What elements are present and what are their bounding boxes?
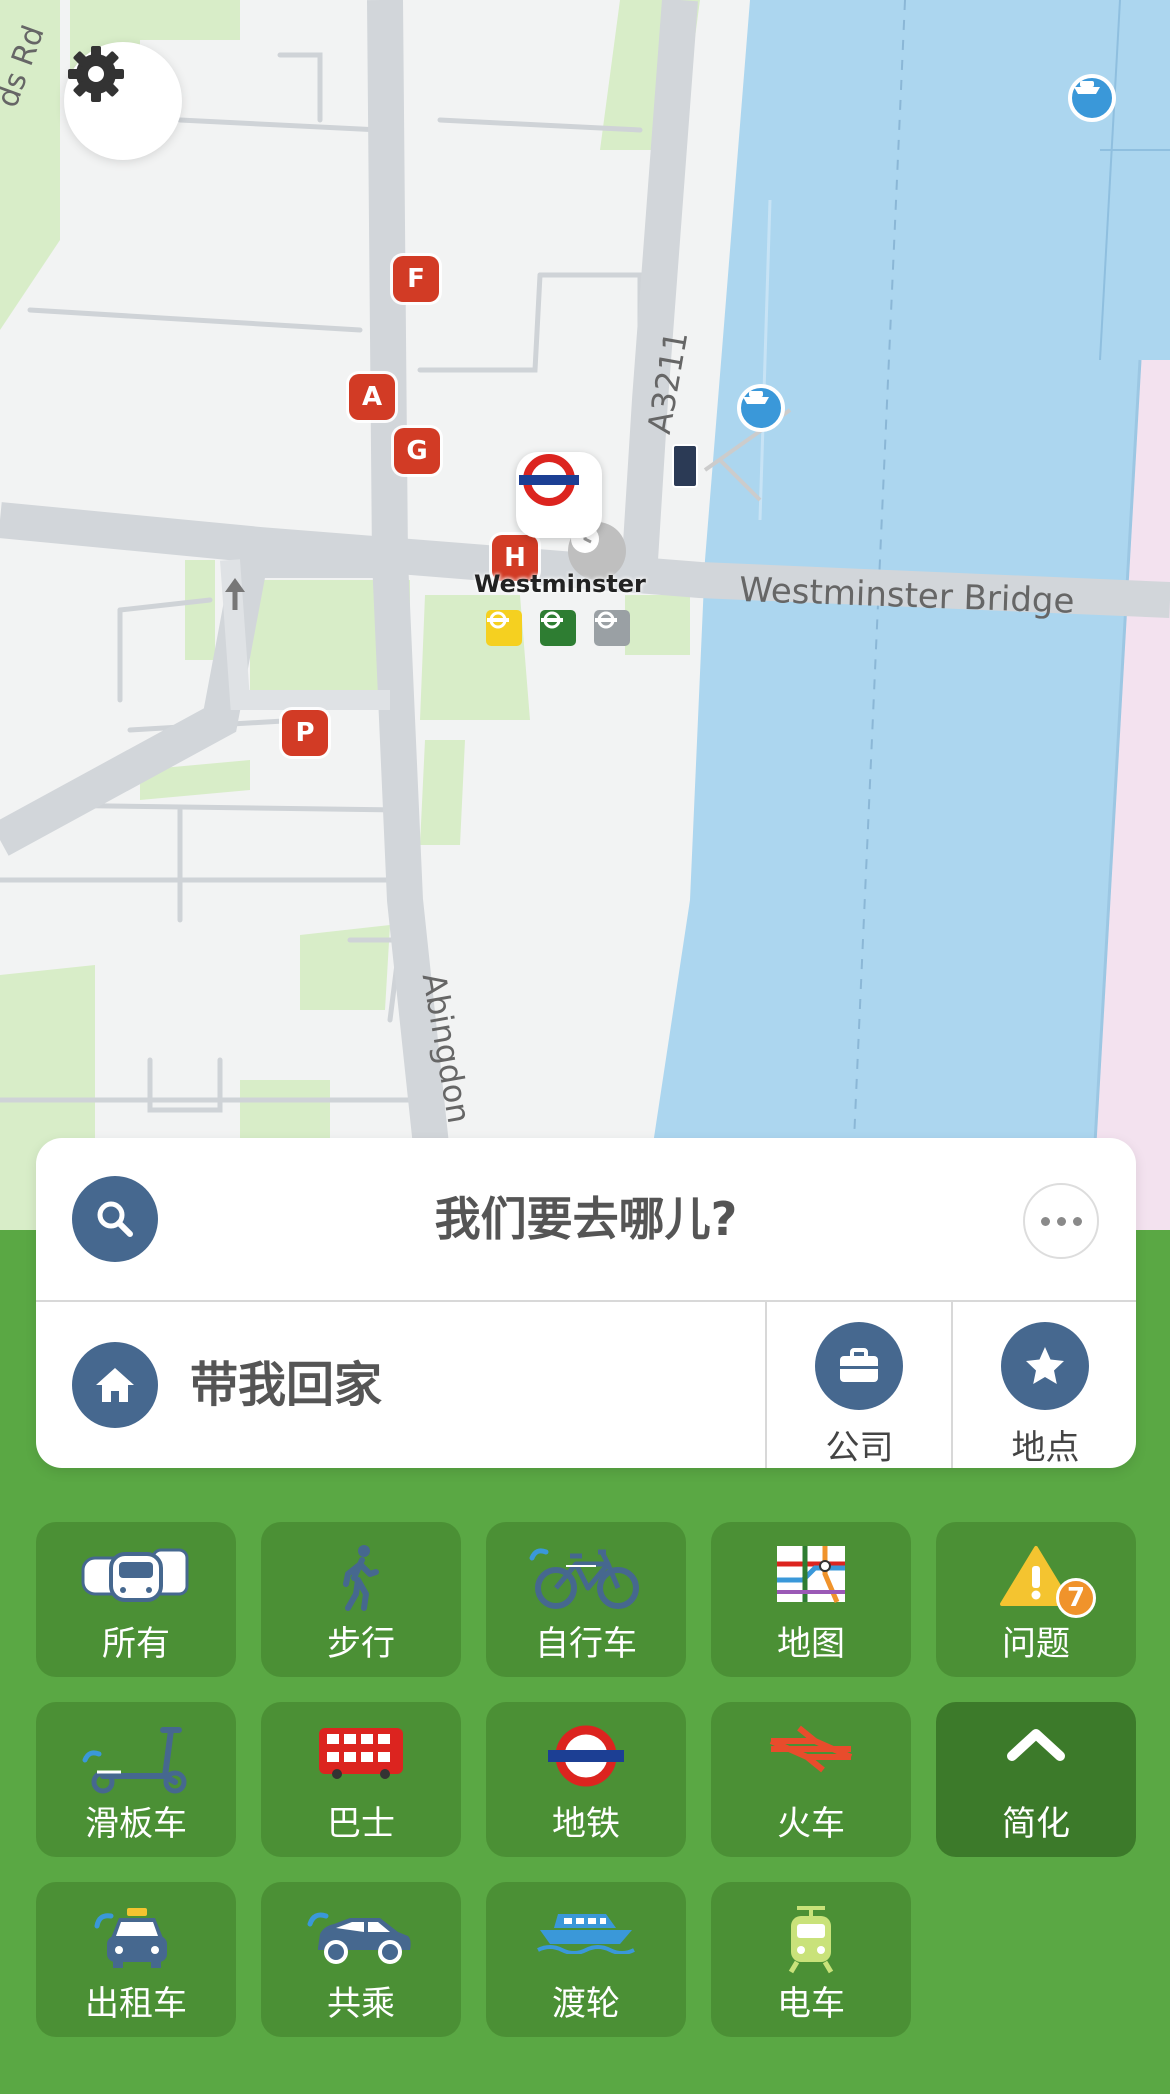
mode-tram-label: 电车 [777, 1984, 845, 2024]
all-modes-icon [81, 1548, 189, 1602]
mode-bus-label: 巴士 [327, 1804, 395, 1844]
car-share-icon [307, 1912, 411, 1964]
work-button[interactable]: 公司 [765, 1302, 952, 1468]
mode-bus-button[interactable]: 巴士 [261, 1702, 461, 1857]
settings-button[interactable] [64, 42, 182, 160]
mode-carshare-button[interactable]: 共乘 [261, 1882, 461, 2037]
scooter-icon [82, 1727, 187, 1794]
mode-bike-label: 自行车 [535, 1624, 637, 1664]
go-home-button[interactable]: 带我回家 [36, 1302, 766, 1468]
mode-tube-button[interactable]: 地铁 [486, 1702, 686, 1857]
mode-issues-button[interactable]: 7 问题 [936, 1522, 1136, 1677]
more-dot-icon [1040, 1216, 1050, 1226]
mode-all-button[interactable]: 所有 [36, 1522, 236, 1677]
jubilee-line-icon [594, 610, 630, 646]
mode-taxi-button[interactable]: 出租车 [36, 1882, 236, 2037]
mode-issues-label: 问题 [1002, 1624, 1070, 1664]
star-icon [1001, 1322, 1089, 1410]
station-exit-g[interactable]: G [394, 428, 440, 474]
mode-scooter-label: 滑板车 [85, 1804, 187, 1844]
home-icon [72, 1342, 158, 1428]
mode-rail-label: 火车 [777, 1804, 845, 1844]
mode-map-label: 地图 [777, 1624, 845, 1664]
mode-rail-button[interactable]: 火车 [711, 1702, 911, 1857]
chevron-up-icon [1007, 1729, 1065, 1761]
circle-line-icon [486, 610, 522, 646]
mode-tube-label: 地铁 [552, 1804, 620, 1844]
station-name: Westminster [474, 570, 646, 598]
mode-tram-button[interactable]: 电车 [711, 1882, 911, 2037]
mode-walk-label: 步行 [327, 1624, 395, 1664]
underground-roundel-icon [519, 454, 579, 506]
more-dot-icon [1056, 1216, 1066, 1226]
ferry-pier-icon[interactable] [1068, 74, 1116, 122]
mode-ferry-button[interactable]: 渡轮 [486, 1882, 686, 2037]
mode-bike-button[interactable]: 自行车 [486, 1522, 686, 1677]
work-label: 公司 [825, 1428, 894, 1468]
underground-icon [548, 1725, 624, 1787]
tram-icon [788, 1906, 834, 1974]
walk-icon [343, 1545, 379, 1611]
places-button[interactable]: 地点 [951, 1302, 1136, 1468]
mode-scooter-button[interactable]: 滑板车 [36, 1702, 236, 1857]
gear-icon [68, 46, 124, 102]
map-view[interactable]: ds Rd A3211 Westminster Bridge Abingdon … [0, 0, 1170, 1230]
station-exit-p[interactable]: P [282, 710, 328, 756]
search-card: 我们要去哪儿? 带我回家 公司 地点 [36, 1138, 1136, 1468]
briefcase-icon [815, 1322, 903, 1410]
ferry-icon [537, 1914, 635, 1954]
tube-map-icon [777, 1546, 845, 1603]
search-row[interactable]: 我们要去哪儿? [36, 1138, 1136, 1302]
ferry-pier-icon[interactable] [737, 384, 785, 432]
taxi-icon [94, 1908, 167, 1968]
bus-icon [319, 1728, 403, 1779]
mode-ferry-label: 渡轮 [552, 1984, 620, 2024]
district-line-icon [540, 610, 576, 646]
more-options-button[interactable] [1023, 1183, 1099, 1259]
places-label: 地点 [1011, 1428, 1080, 1468]
station-exit-a[interactable]: A [349, 374, 395, 420]
collapse-label: 简化 [1002, 1804, 1070, 1844]
bicycle-icon [529, 1548, 639, 1609]
national-rail-icon [769, 1725, 853, 1773]
more-dot-icon [1072, 1216, 1082, 1226]
bike-dock-icon[interactable] [672, 444, 698, 488]
issues-count-badge: 7 [1056, 1578, 1096, 1618]
mode-all-label: 所有 [102, 1624, 170, 1664]
station-pin[interactable] [516, 452, 602, 538]
mode-map-button[interactable]: 地图 [711, 1522, 911, 1677]
mode-carshare-label: 共乘 [327, 1984, 395, 2024]
go-home-label: 带我回家 [190, 1357, 383, 1413]
search-input[interactable]: 我们要去哪儿? [36, 1138, 1136, 1300]
mode-walk-button[interactable]: 步行 [261, 1522, 461, 1677]
station-exit-f[interactable]: F [393, 256, 439, 302]
collapse-button[interactable]: 简化 [936, 1702, 1136, 1857]
mode-taxi-label: 出租车 [85, 1984, 187, 2024]
